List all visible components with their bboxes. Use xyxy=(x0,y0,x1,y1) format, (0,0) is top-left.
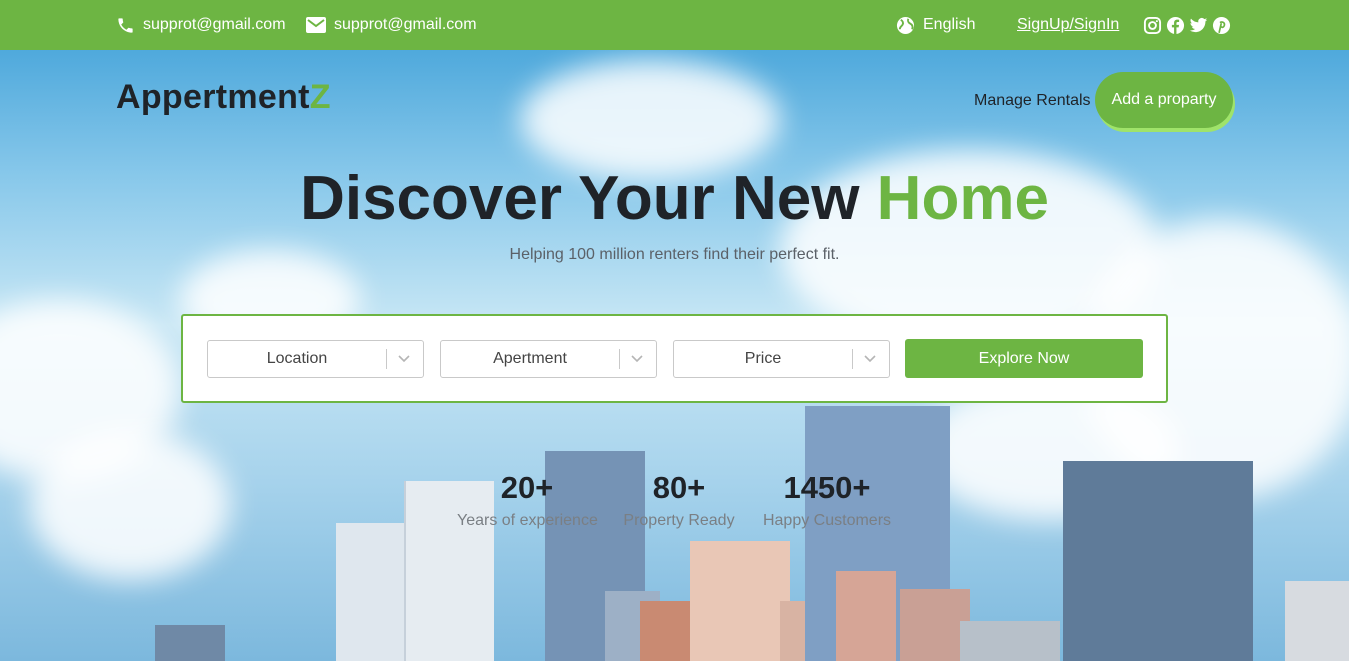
pinterest-icon[interactable] xyxy=(1212,16,1231,35)
price-select-value: Price xyxy=(744,350,782,367)
top-bar: supprot@gmail.com supprot@gmail.com Engl… xyxy=(0,0,1349,50)
stat-value: 20+ xyxy=(500,470,554,505)
phone-contact[interactable]: supprot@gmail.com xyxy=(116,0,286,50)
explore-now-button[interactable]: Explore Now xyxy=(905,339,1143,378)
phone-contact-email: supprot@gmail.com xyxy=(143,16,286,33)
select-divider xyxy=(619,349,620,369)
instagram-icon[interactable] xyxy=(1143,16,1162,35)
chevron-down-icon xyxy=(631,355,643,363)
hero-section: AppertmentZ Manage Rentals Add a propart… xyxy=(0,50,1349,661)
stat-label: Happy Customers xyxy=(762,512,892,529)
hero-title-accent: Home xyxy=(876,164,1049,233)
property-type-select[interactable]: Apertment xyxy=(440,340,657,378)
stat-value: 1450+ xyxy=(783,470,871,505)
stat-property-ready: 80+ Property Ready xyxy=(620,470,738,530)
location-select[interactable]: Location xyxy=(207,340,424,378)
facebook-icon[interactable] xyxy=(1166,16,1185,35)
search-panel: Location Apertment Price Explore Now xyxy=(181,314,1168,403)
stat-label: Years of experience xyxy=(457,512,598,529)
brand-logo[interactable]: AppertmentZ xyxy=(116,78,331,117)
stat-experience: 20+ Years of experience xyxy=(457,470,598,530)
signup-signin-label: SignUp/SignIn xyxy=(1017,16,1120,33)
brand-name-main: Appertment xyxy=(116,78,310,116)
language-selector[interactable]: English xyxy=(896,0,975,50)
twitter-icon[interactable] xyxy=(1189,16,1208,35)
hero-title-main: Discover Your New xyxy=(300,164,860,233)
mail-icon xyxy=(306,17,326,33)
select-divider xyxy=(852,349,853,369)
chevron-down-icon xyxy=(864,355,876,363)
explore-now-label: Explore Now xyxy=(978,349,1070,367)
stat-happy-customers: 1450+ Happy Customers xyxy=(762,470,892,530)
chevron-down-icon xyxy=(398,355,410,363)
stat-label: Property Ready xyxy=(623,512,735,529)
globe-icon xyxy=(896,16,915,35)
language-label: English xyxy=(923,16,976,33)
email-contact[interactable]: supprot@gmail.com xyxy=(306,0,477,50)
email-contact-text: supprot@gmail.com xyxy=(334,16,477,33)
signup-signin-link[interactable]: SignUp/SignIn xyxy=(1017,0,1119,50)
select-divider xyxy=(386,349,387,369)
add-property-label: Add a proparty xyxy=(1111,91,1217,108)
price-select[interactable]: Price xyxy=(673,340,890,378)
hero-title: Discover Your New Home xyxy=(0,163,1349,234)
hero-subtitle: Helping 100 million renters find their p… xyxy=(509,246,840,263)
location-select-value: Location xyxy=(266,350,328,367)
manage-rentals-link[interactable]: Manage Rentals xyxy=(974,92,1091,110)
add-property-button[interactable]: Add a proparty xyxy=(1095,72,1233,128)
property-type-select-value: Apertment xyxy=(493,350,567,367)
brand-name-accent: Z xyxy=(309,78,331,116)
social-links xyxy=(1143,0,1231,50)
stat-value: 80+ xyxy=(652,470,706,505)
phone-icon xyxy=(116,16,135,35)
